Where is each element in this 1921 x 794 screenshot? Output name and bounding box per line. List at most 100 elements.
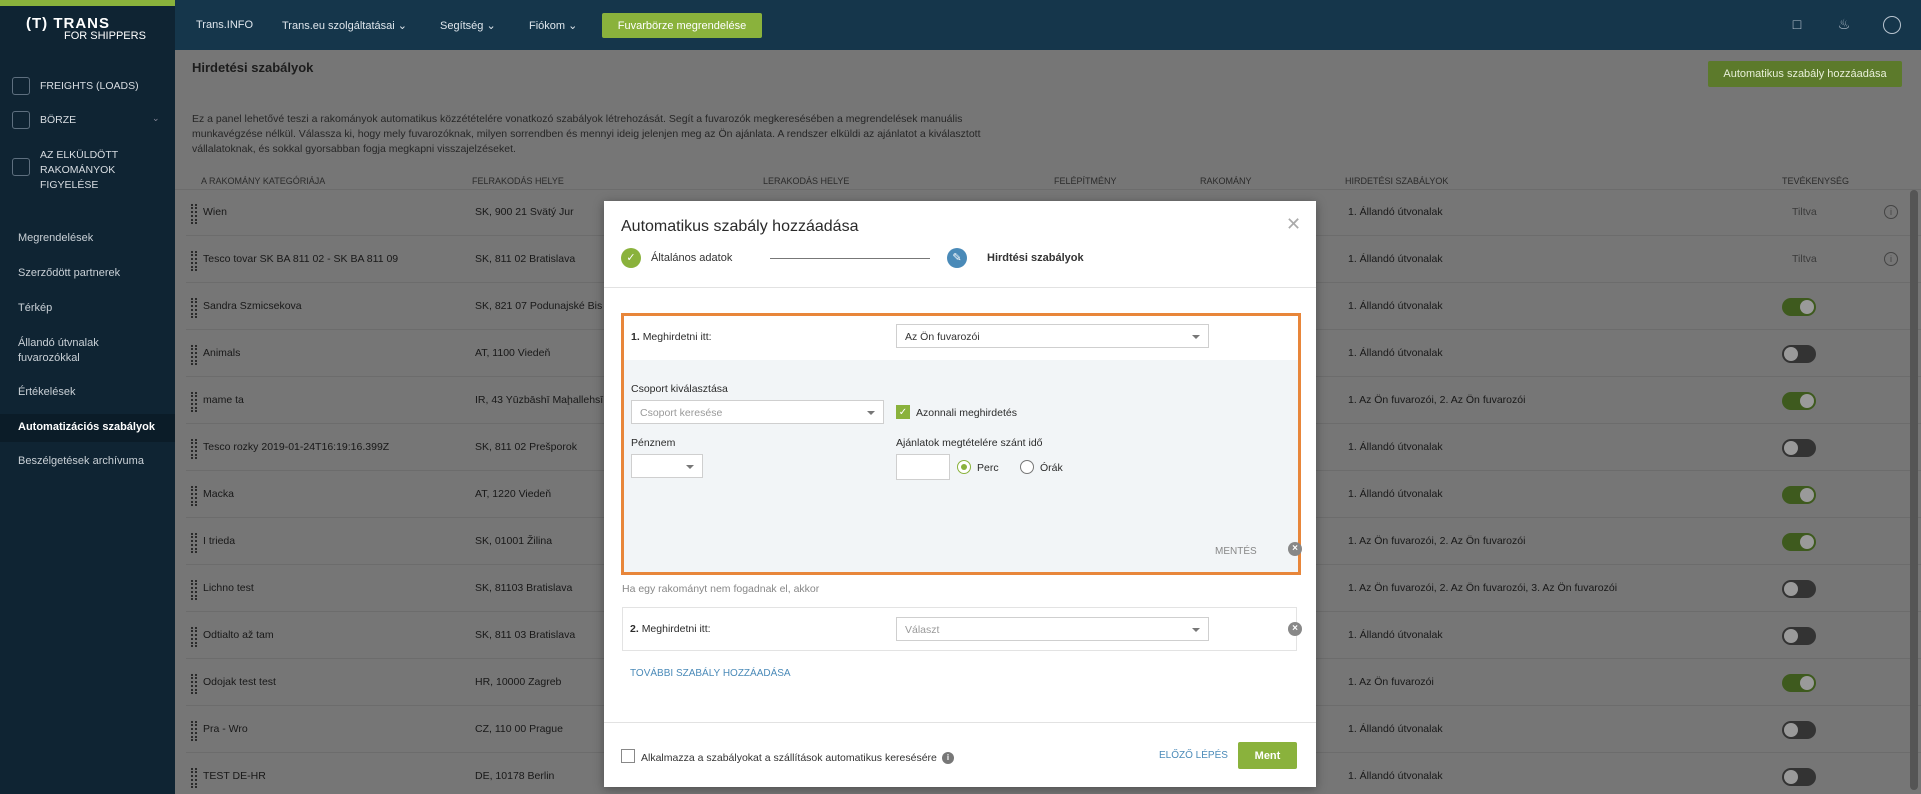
add-rule-button[interactable]: Automatikus szabály hozzáadása [1708,61,1902,87]
drag-handle-icon[interactable] [191,439,197,459]
rule-1-remove-icon[interactable]: × [1288,542,1302,556]
col-category[interactable]: A RAKOMÁNY KATEGÓRIÁJA [201,176,325,186]
activity-toggle[interactable] [1782,439,1816,457]
info-icon[interactable]: i [1884,252,1898,266]
col-body[interactable]: FELÉPÍTMÉNY [1054,176,1117,186]
cell-loading: AT, 1100 Viedeň [475,347,551,359]
cell-loading: SK, 01001 Žilina [475,535,553,547]
save-button[interactable]: Ment [1238,742,1297,769]
drag-handle-icon[interactable] [191,486,197,506]
activity-toggle[interactable] [1782,674,1816,692]
sidebar-item-freights[interactable]: FREIGHTS (LOADS) [12,77,139,95]
currency-select[interactable] [631,454,703,478]
rule-1-target-value: Az Ön fuvarozói [905,331,980,343]
drag-handle-icon[interactable] [191,768,197,788]
nav-transinfo[interactable]: Trans.INFO [196,19,253,31]
logo[interactable]: (T) TRANS FOR SHIPPERS [26,15,146,42]
cell-loading: SK, 811 02 Bratislava [475,253,576,265]
col-load[interactable]: RAKOMÁNY [1200,176,1252,186]
sidebar-item-tracking[interactable]: AZ ELKÜLDÖTT RAKOMÁNYOK FIGYELÉSE [12,148,130,193]
activity-toggle[interactable] [1782,345,1816,363]
nav-services[interactable]: Trans.eu szolgáltatásai ⌄ [282,19,407,32]
user-icon[interactable] [1883,16,1901,34]
activity-toggle[interactable] [1782,721,1816,739]
time-input[interactable] [896,454,950,480]
rule-2-panel: 2. Meghirdetni itt: Választ [622,607,1297,651]
cell-category: Sandra Szmicsekova [203,300,302,312]
sidebar-link-routes[interactable]: Állandó útvnalak fuvarozókkal [18,336,138,366]
immediate-checkbox[interactable]: ✓ [896,405,910,419]
toggle-knob [1784,441,1798,455]
col-unloading[interactable]: LERAKODÁS HELYE [763,176,849,186]
activity-toggle[interactable] [1782,486,1816,504]
status-disabled: Tiltva [1792,253,1817,265]
cell-loading: SK, 900 21 Svätý Jur [475,206,574,218]
rule-1-save-link[interactable]: MENTÉS [1215,546,1257,557]
sidebar-link-map[interactable]: Térkép [18,302,52,314]
drag-handle-icon[interactable] [191,392,197,412]
time-label: Ajánlatok megtételére szánt idő [896,437,1043,449]
minutes-radio[interactable] [957,460,971,474]
drag-handle-icon[interactable] [191,204,197,224]
hours-radio[interactable] [1020,460,1034,474]
cell-loading: SK, 81103 Bratislava [475,582,573,594]
cell-rules: 1. Állandó útvonalak [1348,441,1443,453]
nav-account[interactable]: Fiókom ⌄ [529,19,577,32]
cell-loading: HR, 10000 Zagreb [475,676,562,688]
currency-label: Pénznem [631,437,676,449]
bell-icon[interactable]: ♨ [1835,16,1853,34]
sidebar-link-automation[interactable]: Automatizációs szabályok [18,421,155,433]
toggle-knob [1784,723,1798,737]
scrollbar[interactable] [1910,190,1918,790]
rule-1-target-select[interactable]: Az Ön fuvarozói [896,324,1209,348]
rule-2-target-select[interactable]: Választ [896,617,1209,641]
activity-toggle[interactable] [1782,580,1816,598]
apply-search-checkbox[interactable] [621,749,635,763]
previous-step-button[interactable]: ELŐZŐ LÉPÉS [1159,750,1228,761]
info-icon[interactable]: i [1884,205,1898,219]
sidebar-link-ratings[interactable]: Értékelések [18,386,75,398]
add-more-rule-link[interactable]: TOVÁBBI SZABÁLY HOZZÁADÁSA [630,668,791,679]
sidebar-link-archive[interactable]: Beszélgetések archívuma [18,455,144,467]
rule-2-label: 2. Meghirdetni itt: [630,623,711,635]
activity-toggle[interactable] [1782,392,1816,410]
toggle-knob [1784,582,1798,596]
col-activity[interactable]: TEVÉKENYSÉG [1782,176,1849,186]
sidebar-link-orders[interactable]: Megrendelések [18,232,93,244]
drag-handle-icon[interactable] [191,721,197,741]
rule-2-remove-icon[interactable]: × [1288,622,1302,636]
sidebar-item-borze[interactable]: BÖRZE ⌄ [12,111,160,129]
add-rule-modal: Automatikus szabály hozzáadása ✕ ✓ Által… [604,201,1316,787]
cell-rules: 1. Az Ön fuvarozói, 2. Az Ön fuvarozói [1348,394,1526,406]
drag-handle-icon[interactable] [191,345,197,365]
drag-handle-icon[interactable] [191,298,197,318]
step-general[interactable]: Általános adatok [651,252,732,264]
drag-handle-icon[interactable] [191,580,197,600]
activity-toggle[interactable] [1782,298,1816,316]
drag-handle-icon[interactable] [191,251,197,271]
col-rules[interactable]: HIRDETÉSI SZABÁLYOK [1345,176,1448,186]
sidebar-link-partners[interactable]: Szerződött partnerek [18,267,120,279]
group-search-select[interactable]: Csoport keresése [631,400,884,424]
toggle-knob [1784,629,1798,643]
nav-help[interactable]: Segítség ⌄ [440,19,496,32]
sidebar-item-label: FREIGHTS (LOADS) [40,80,139,92]
drag-handle-icon[interactable] [191,533,197,553]
chat-icon[interactable]: □ [1788,16,1806,34]
drag-handle-icon[interactable] [191,674,197,694]
chevron-down-icon: ⌄ [486,20,496,32]
group-search-placeholder: Csoport keresése [640,407,723,419]
rule-1-panel: 1. Meghirdetni itt: Az Ön fuvarozói Csop… [621,313,1301,575]
info-icon[interactable]: i [942,752,954,764]
activity-toggle[interactable] [1782,768,1816,786]
rule-1-header: 1. Meghirdetni itt: Az Ön fuvarozói [624,316,1298,360]
close-icon[interactable]: ✕ [1286,214,1301,235]
drag-handle-icon[interactable] [191,627,197,647]
step-rules: Hirdtési szabályok [987,252,1084,264]
activity-toggle[interactable] [1782,627,1816,645]
order-exchange-button[interactable]: Fuvarbörze megrendelése [602,13,762,38]
col-loading[interactable]: FELRAKODÁS HELYE [472,176,564,186]
toggle-knob [1800,300,1814,314]
activity-toggle[interactable] [1782,533,1816,551]
cell-loading: SK, 811 02 Prešporok [475,441,577,453]
